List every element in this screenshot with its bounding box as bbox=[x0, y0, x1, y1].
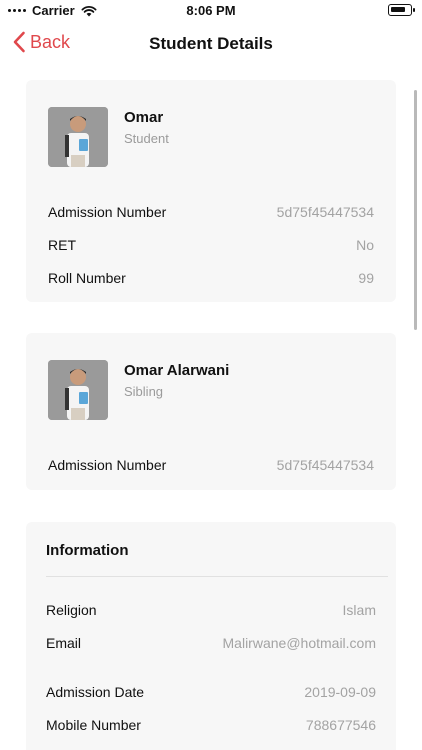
detail-row: RET No bbox=[48, 237, 374, 253]
sibling-photo bbox=[48, 360, 108, 420]
information-card: Information Religion Islam Email Malirwa… bbox=[26, 522, 396, 750]
row-value: 2019-09-09 bbox=[304, 684, 376, 700]
student-avatar bbox=[48, 107, 108, 167]
row-label: Roll Number bbox=[48, 270, 126, 286]
row-value: 788677546 bbox=[305, 717, 376, 733]
student-card[interactable]: Omar Student Admission Number 5d75f45447… bbox=[26, 80, 396, 302]
navigation-bar: Back Student Details bbox=[0, 22, 422, 66]
row-label: Admission Number bbox=[48, 204, 167, 220]
row-value: 5d75f45447534 bbox=[276, 204, 374, 220]
row-value: Islam bbox=[342, 602, 376, 618]
information-heading: Information bbox=[46, 542, 129, 559]
row-label: Email bbox=[46, 635, 82, 651]
row-label: RET bbox=[48, 237, 76, 253]
sibling-card[interactable]: Omar Alarwani Sibling Admission Number 5… bbox=[26, 333, 396, 490]
info-row: Admission Date 2019-09-09 bbox=[46, 684, 376, 700]
info-row: Email Malirwane@hotmail.com bbox=[46, 634, 376, 652]
email-value: Malirwane@hotmail.com bbox=[222, 635, 376, 651]
battery-icon bbox=[388, 4, 415, 16]
student-role: Student bbox=[124, 131, 169, 146]
status-time: 8:06 PM bbox=[186, 3, 236, 18]
sibling-avatar bbox=[48, 360, 108, 420]
info-row: Mobile Number 788677546 bbox=[46, 717, 376, 733]
scrollbar[interactable] bbox=[414, 90, 417, 330]
row-value: 99 bbox=[358, 270, 374, 286]
detail-row: Admission Number 5d75f45447534 bbox=[48, 204, 374, 220]
student-photo bbox=[48, 107, 108, 167]
row-label: Admission Date bbox=[46, 684, 145, 700]
sibling-role: Sibling bbox=[124, 384, 164, 399]
page-title: Student Details bbox=[149, 34, 273, 53]
status-bar: Carrier 8:06 PM bbox=[0, 0, 422, 22]
sibling-name: Omar Alarwani bbox=[124, 362, 230, 379]
info-row: Religion Islam bbox=[46, 602, 376, 618]
detail-row: Roll Number 99 bbox=[48, 270, 374, 286]
row-label: Admission Number bbox=[48, 457, 167, 473]
row-value: No bbox=[356, 237, 374, 253]
detail-row: Admission Number 5d75f45447534 bbox=[48, 457, 374, 473]
student-header: Omar Student bbox=[48, 107, 169, 167]
student-name: Omar bbox=[124, 109, 164, 126]
row-label: Religion bbox=[46, 602, 97, 618]
row-label: Mobile Number bbox=[46, 717, 141, 733]
row-value: 5d75f45447534 bbox=[276, 457, 374, 473]
sibling-header: Omar Alarwani Sibling bbox=[48, 360, 229, 420]
divider bbox=[46, 576, 388, 577]
